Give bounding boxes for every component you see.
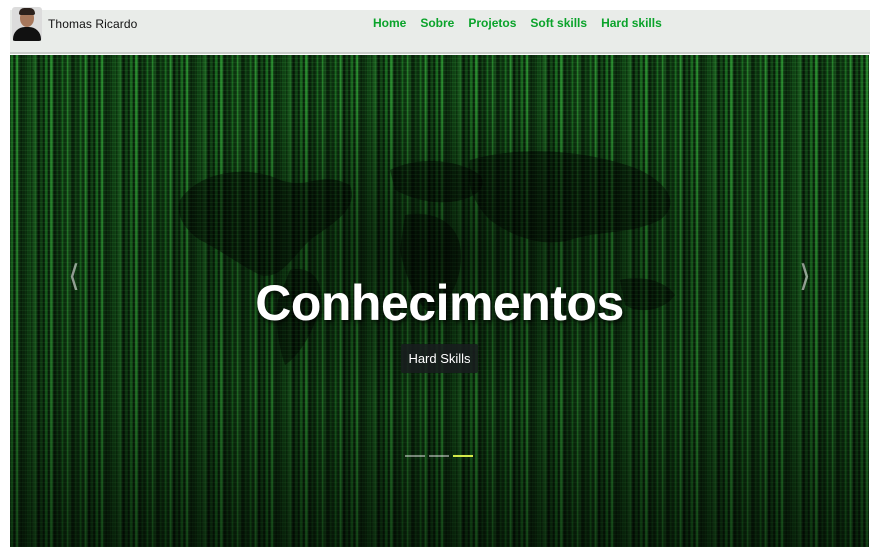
carousel-caption: Conhecimentos Hard Skills	[10, 274, 869, 373]
carousel-indicator-3[interactable]	[453, 455, 473, 457]
nav-link-projetos[interactable]: Projetos	[468, 16, 516, 30]
brand[interactable]: Thomas Ricardo	[12, 4, 137, 44]
carousel-subtitle: Hard Skills	[401, 344, 478, 373]
carousel-indicator-2[interactable]	[429, 455, 449, 457]
nav-link-hard-skills[interactable]: Hard skills	[601, 16, 662, 30]
navbar-bar: Thomas Ricardo Home Sobre Projetos Soft …	[10, 7, 870, 54]
nav-link-home[interactable]: Home	[373, 16, 406, 30]
carousel-title: Conhecimentos	[255, 275, 624, 331]
nav-link-sobre[interactable]: Sobre	[420, 16, 454, 30]
avatar	[12, 7, 42, 41]
brand-name: Thomas Ricardo	[48, 17, 138, 31]
nav-menu: Home Sobre Projetos Soft skills Hard ski…	[373, 16, 662, 30]
carousel-indicator-1[interactable]	[405, 455, 425, 457]
nav-link-soft-skills[interactable]: Soft skills	[530, 16, 587, 30]
hero-carousel: ⟨ ⟩ Conhecimentos Hard Skills	[10, 55, 869, 547]
carousel-indicators	[405, 455, 473, 457]
navbar: Thomas Ricardo Home Sobre Projetos Soft …	[0, 0, 888, 54]
